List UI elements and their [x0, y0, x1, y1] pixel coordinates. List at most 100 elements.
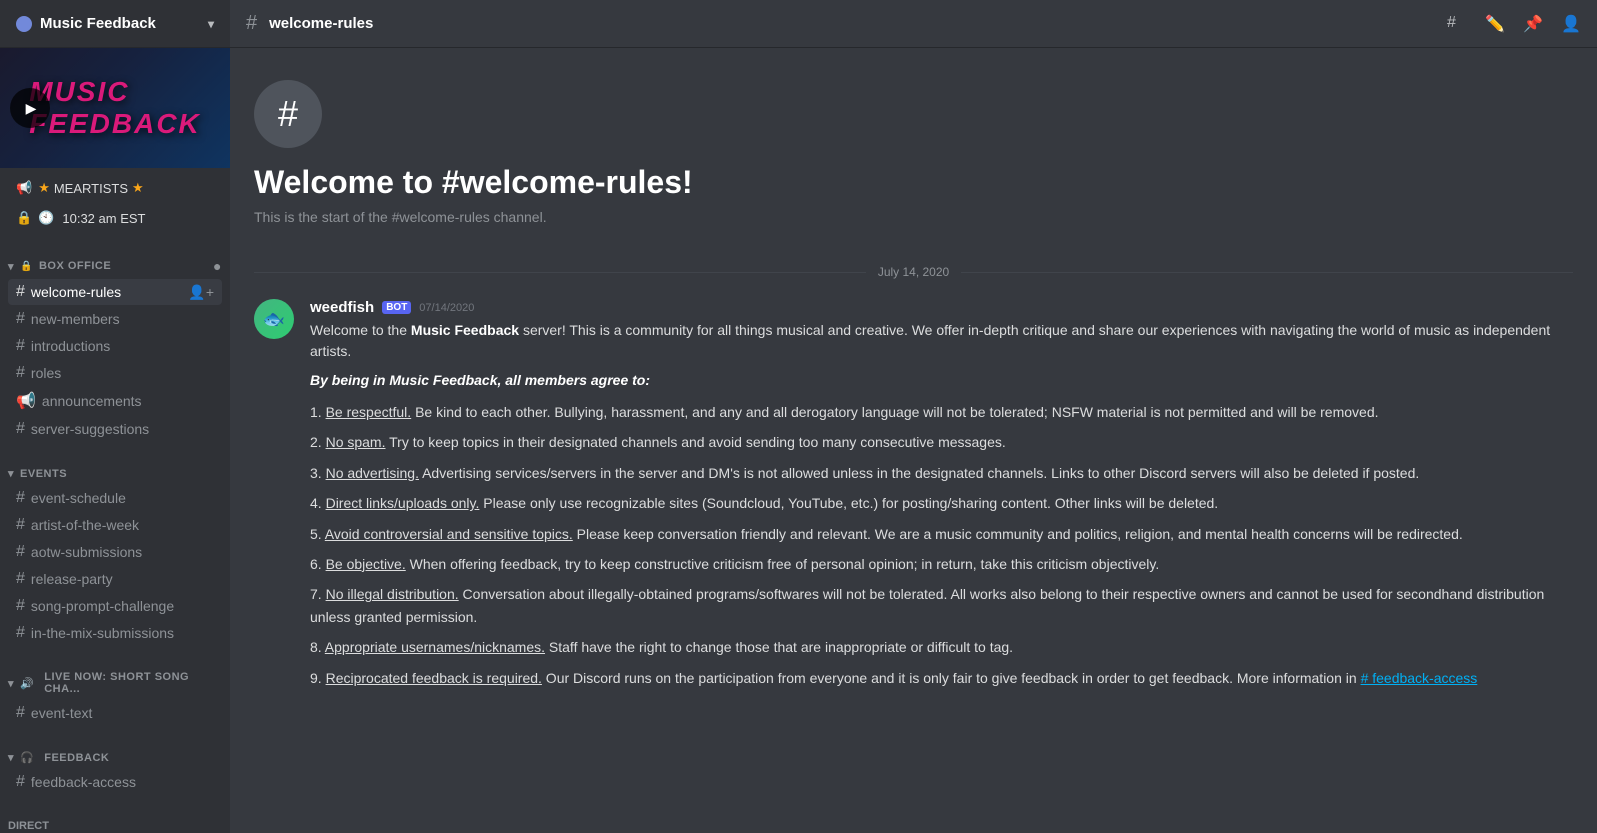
welcome-subtitle: This is the start of the #welcome-rules …	[254, 209, 1573, 225]
section-live-now: ▾ 🔊 LIVE NOW: SHORT SONG CHA... # event-…	[0, 651, 230, 731]
hash-icon: #	[16, 570, 25, 588]
hash-icon: #	[16, 364, 25, 382]
channel-label: roles	[31, 365, 61, 381]
date-label: July 14, 2020	[878, 265, 949, 279]
channel-event-text[interactable]: # event-text	[8, 700, 222, 726]
channel-event-schedule[interactable]: # event-schedule	[8, 485, 222, 511]
channel-new-members[interactable]: # new-members	[8, 306, 222, 332]
megaphone-icon: 📢	[16, 180, 32, 196]
channel-label: aotw-submissions	[31, 544, 142, 560]
rule-8: 8. Appropriate usernames/nicknames. Staf…	[310, 636, 1573, 658]
pin-icon[interactable]: 📌	[1523, 14, 1543, 34]
channel-label: release-party	[31, 571, 113, 587]
banner-text: MUSIC FEEDBACK	[29, 76, 201, 140]
members-icon[interactable]: 👤	[1561, 14, 1581, 34]
rule-1: 1. Be respectful. Be kind to each other.…	[310, 401, 1573, 423]
direct-section-label: Direct	[0, 804, 230, 833]
server-header[interactable]: Music Feedback ▾	[0, 0, 230, 48]
play-button[interactable]	[10, 88, 50, 128]
hash-icon: #	[16, 516, 25, 534]
section-collapse-icon: ▾	[8, 751, 14, 764]
svg-text:#: #	[1447, 14, 1456, 31]
hash-icon: #	[16, 420, 25, 438]
channel-label: artist-of-the-week	[31, 517, 139, 533]
sidebar: Music Feedback ▾ MUSIC FEEDBACK 📢 ★ MEAR…	[0, 0, 230, 833]
notification-dot: ●	[213, 258, 222, 274]
bot-tag: BOT	[382, 301, 411, 314]
section-header-live-now[interactable]: ▾ 🔊 LIVE NOW: SHORT SONG CHA...	[0, 655, 230, 699]
direct-section: Direct	[0, 800, 230, 833]
main-content: # welcome-rules # ✏️ 📌 👤 # Welcome to #w…	[230, 0, 1597, 833]
channel-aotw-submissions[interactable]: # aotw-submissions	[8, 539, 222, 565]
welcome-title: Welcome to #welcome-rules!	[254, 164, 1573, 201]
messages-area[interactable]: # Welcome to #welcome-rules! This is the…	[230, 48, 1597, 833]
date-separator: July 14, 2020	[230, 257, 1597, 287]
channel-label: event-text	[31, 705, 92, 721]
message-timestamp: 07/14/2020	[419, 302, 474, 314]
server-icon	[16, 16, 32, 32]
section-header-box-office[interactable]: ▾ 🔒 BOX OFFICE ●	[0, 242, 230, 278]
hash-icon: #	[16, 704, 25, 722]
channel-welcome: # Welcome to #welcome-rules! This is the…	[230, 64, 1597, 249]
hash-icon: #	[16, 624, 25, 642]
welcome-hash-circle: #	[254, 80, 322, 148]
rule-6: 6. Be objective. When offering feedback,…	[310, 553, 1573, 575]
server-name: Music Feedback	[40, 15, 156, 32]
section-header-events[interactable]: ▾ EVENTS	[0, 451, 230, 484]
channel-server-suggestions[interactable]: # server-suggestions	[8, 416, 222, 442]
hash-icon: #	[16, 310, 25, 328]
channel-in-the-mix-submissions[interactable]: # in-the-mix-submissions	[8, 620, 222, 646]
channel-label: welcome-rules	[31, 284, 121, 300]
hash-icon: #	[16, 773, 25, 791]
channel-label: announcements	[42, 393, 142, 409]
section-label-live: LIVE NOW: SHORT SONG CHA...	[44, 671, 222, 695]
rule-4: 4. Direct links/uploads only. Please onl…	[310, 492, 1573, 514]
pinned-meartists[interactable]: 📢 ★ MEARTISTS ★	[8, 174, 222, 202]
feedback-access-link[interactable]: # feedback-access	[1361, 670, 1478, 686]
section-collapse-icon: ▾	[8, 677, 14, 690]
channel-announcements[interactable]: 📢 announcements	[8, 387, 222, 415]
channel-feedback-access[interactable]: # feedback-access	[8, 769, 222, 795]
lock-icon: 🔒	[16, 210, 32, 226]
pinned-time-label: 10:32 am EST	[62, 211, 145, 226]
channel-label: event-schedule	[31, 490, 126, 506]
hashtag-settings-icon[interactable]: #	[1447, 11, 1467, 36]
section-header-feedback[interactable]: ▾ 🎧 FEEDBACK	[0, 735, 230, 768]
pinned-time[interactable]: 🔒 🕙 10:32 am EST	[8, 204, 222, 232]
channel-label: song-prompt-challenge	[31, 598, 174, 614]
pinned-meartists-label: MEARTISTS	[54, 181, 128, 196]
hash-symbol: #	[278, 93, 298, 135]
channel-artist-of-the-week[interactable]: # artist-of-the-week	[8, 512, 222, 538]
message-row: 🐟 weedfish BOT 07/14/2020 Welcome to the…	[230, 295, 1597, 701]
hash-icon: #	[16, 337, 25, 355]
section-label-box-office: BOX OFFICE	[39, 260, 111, 272]
message-content: weedfish BOT 07/14/2020 Welcome to the M…	[310, 299, 1573, 697]
section-events: ▾ EVENTS # event-schedule # artist-of-th…	[0, 447, 230, 651]
channel-release-party[interactable]: # release-party	[8, 566, 222, 592]
section-label-feedback: FEEDBACK	[44, 752, 109, 764]
message-header: weedfish BOT 07/14/2020	[310, 299, 1573, 316]
headphone-icon: 🎧	[20, 751, 34, 764]
rule-5: 5. Avoid controversial and sensitive top…	[310, 523, 1573, 545]
banner-line2: FEEDBACK	[29, 108, 201, 139]
edit-icon[interactable]: ✏️	[1485, 14, 1505, 34]
channel-roles[interactable]: # roles	[8, 360, 222, 386]
section-feedback: ▾ 🎧 FEEDBACK # feedback-access	[0, 731, 230, 800]
announcement-icon: 📢	[16, 391, 36, 411]
message-author: weedfish	[310, 299, 374, 316]
server-banner: MUSIC FEEDBACK	[0, 48, 230, 168]
pinned-section: 📢 ★ MEARTISTS ★ 🔒 🕙 10:32 am EST	[0, 168, 230, 238]
channel-label: new-members	[31, 311, 120, 327]
section-collapse-icon: ▾	[8, 260, 14, 273]
channel-song-prompt-challenge[interactable]: # song-prompt-challenge	[8, 593, 222, 619]
topbar: # welcome-rules # ✏️ 📌 👤	[230, 0, 1597, 48]
channel-label: introductions	[31, 338, 110, 354]
channel-introductions[interactable]: # introductions	[8, 333, 222, 359]
channel-welcome-rules[interactable]: # welcome-rules 👤+	[8, 279, 222, 305]
topbar-actions: # ✏️ 📌 👤	[1447, 11, 1581, 36]
live-icon: 🔊	[20, 677, 34, 690]
add-member-icon: 👤+	[188, 284, 214, 301]
lock-icon: 🔒	[20, 261, 33, 272]
clock-icon: 🕙	[38, 210, 54, 226]
channel-label: feedback-access	[31, 774, 136, 790]
